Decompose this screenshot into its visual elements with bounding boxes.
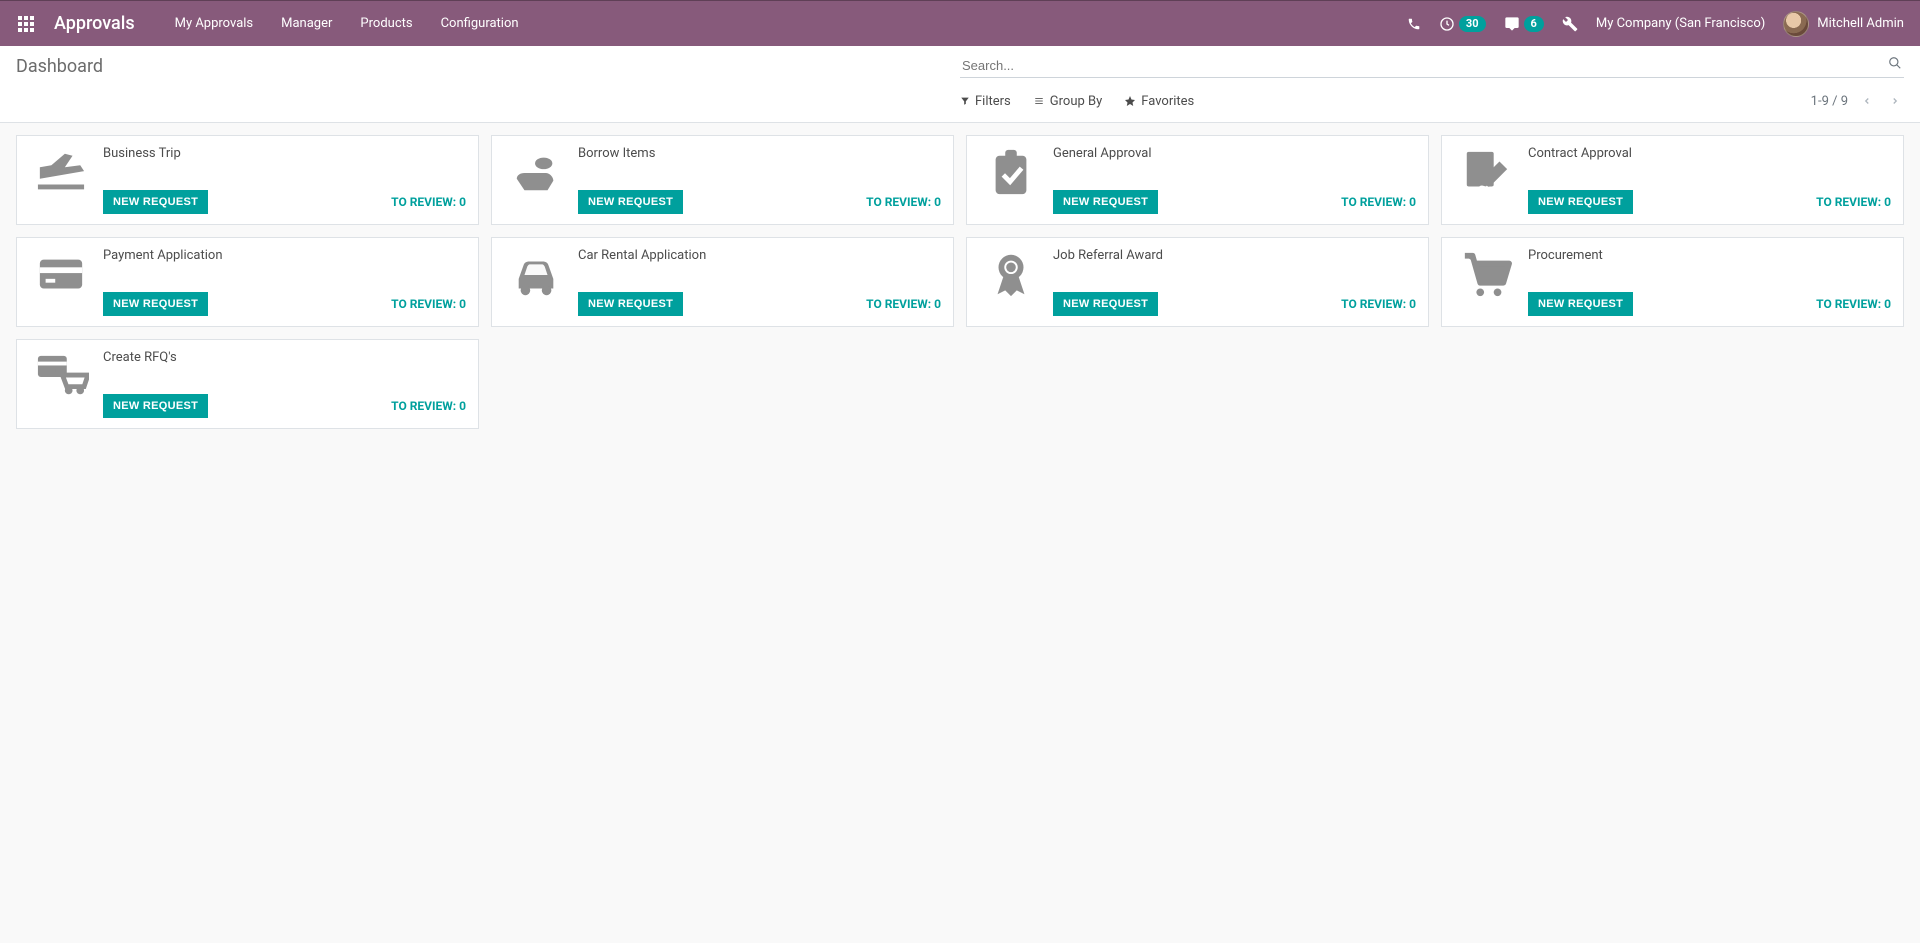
card-title[interactable]: Payment Application — [103, 248, 466, 263]
filter-icon — [960, 96, 970, 106]
pager: 1-9 / 9 — [1811, 90, 1904, 112]
to-review-link[interactable]: TO REVIEW: 0 — [391, 195, 466, 209]
to-review-link[interactable]: TO REVIEW: 0 — [391, 399, 466, 413]
filters-label: Filters — [975, 94, 1011, 109]
plane-icon — [29, 146, 93, 214]
card-title[interactable]: Contract Approval — [1528, 146, 1891, 161]
nav-link-my-approvals[interactable]: My Approvals — [175, 16, 254, 31]
approval-card: Payment Application NEW REQUEST TO REVIE… — [16, 237, 479, 327]
new-request-button[interactable]: NEW REQUEST — [1528, 190, 1633, 214]
navbar: Approvals My Approvals Manager Products … — [0, 0, 1920, 46]
card-title[interactable]: Job Referral Award — [1053, 248, 1416, 263]
chevron-left-icon — [1862, 94, 1872, 108]
breadcrumb: Dashboard — [16, 56, 960, 77]
nav-links: My Approvals Manager Products Configurat… — [175, 16, 519, 31]
card-title[interactable]: General Approval — [1053, 146, 1416, 161]
nav-link-manager[interactable]: Manager — [281, 16, 332, 31]
approval-card: Contract Approval NEW REQUEST TO REVIEW:… — [1441, 135, 1904, 225]
card-title[interactable]: Car Rental Application — [578, 248, 941, 263]
sign-icon — [1454, 146, 1518, 214]
star-icon — [1124, 95, 1136, 107]
search-wrap — [960, 54, 1904, 78]
messages-button[interactable]: 6 — [1504, 16, 1544, 32]
user-menu[interactable]: Mitchell Admin — [1783, 11, 1904, 37]
groupby-label: Group By — [1050, 94, 1103, 109]
apps-icon[interactable] — [16, 14, 36, 34]
to-review-link[interactable]: TO REVIEW: 0 — [1341, 195, 1416, 209]
new-request-button[interactable]: NEW REQUEST — [103, 292, 208, 316]
filters-button[interactable]: Filters — [960, 94, 1011, 109]
avatar-icon — [1783, 11, 1809, 37]
new-request-button[interactable]: NEW REQUEST — [1528, 292, 1633, 316]
to-review-link[interactable]: TO REVIEW: 0 — [391, 297, 466, 311]
card-title[interactable]: Procurement — [1528, 248, 1891, 263]
chevron-right-icon — [1890, 94, 1900, 108]
navbar-right: 30 6 My Company (San Francisco) Mitchell… — [1407, 11, 1904, 37]
approval-card: General Approval NEW REQUEST TO REVIEW: … — [966, 135, 1429, 225]
card-title[interactable]: Create RFQ's — [103, 350, 466, 365]
phone-icon[interactable] — [1407, 17, 1421, 31]
to-review-link[interactable]: TO REVIEW: 0 — [1816, 195, 1891, 209]
favorites-label: Favorites — [1141, 94, 1194, 109]
approval-card: Create RFQ's NEW REQUEST TO REVIEW: 0 — [16, 339, 479, 429]
to-review-link[interactable]: TO REVIEW: 0 — [866, 297, 941, 311]
search-icon[interactable] — [1888, 56, 1902, 70]
pager-next[interactable] — [1886, 90, 1904, 112]
brand-title[interactable]: Approvals — [54, 13, 135, 34]
card-icon — [29, 248, 93, 316]
award-icon — [979, 248, 1043, 316]
new-request-button[interactable]: NEW REQUEST — [1053, 292, 1158, 316]
card-title[interactable]: Business Trip — [103, 146, 466, 161]
car-icon — [504, 248, 568, 316]
new-request-button[interactable]: NEW REQUEST — [578, 190, 683, 214]
company-selector[interactable]: My Company (San Francisco) — [1596, 16, 1765, 31]
search-input[interactable] — [960, 54, 1904, 78]
approval-card: Borrow Items NEW REQUEST TO REVIEW: 0 — [491, 135, 954, 225]
to-review-link[interactable]: TO REVIEW: 0 — [1341, 297, 1416, 311]
rfq-icon — [29, 350, 93, 418]
new-request-button[interactable]: NEW REQUEST — [103, 394, 208, 418]
control-panel: Dashboard Filters Group By Favorites 1-9… — [0, 46, 1920, 123]
cart-icon — [1454, 248, 1518, 316]
list-icon — [1033, 96, 1045, 106]
to-review-link[interactable]: TO REVIEW: 0 — [1816, 297, 1891, 311]
approval-card: Job Referral Award NEW REQUEST TO REVIEW… — [966, 237, 1429, 327]
activities-badge: 30 — [1459, 16, 1486, 32]
card-title[interactable]: Borrow Items — [578, 146, 941, 161]
clipboard-icon — [979, 146, 1043, 214]
debug-icon[interactable] — [1562, 16, 1578, 32]
groupby-button[interactable]: Group By — [1033, 94, 1103, 109]
approval-card: Car Rental Application NEW REQUEST TO RE… — [491, 237, 954, 327]
approval-card: Procurement NEW REQUEST TO REVIEW: 0 — [1441, 237, 1904, 327]
new-request-button[interactable]: NEW REQUEST — [578, 292, 683, 316]
kanban-grid: Business Trip NEW REQUEST TO REVIEW: 0 B… — [0, 123, 1920, 441]
new-request-button[interactable]: NEW REQUEST — [103, 190, 208, 214]
filter-bar: Filters Group By Favorites — [960, 94, 1194, 109]
nav-link-configuration[interactable]: Configuration — [441, 16, 519, 31]
to-review-link[interactable]: TO REVIEW: 0 — [866, 195, 941, 209]
approval-card: Business Trip NEW REQUEST TO REVIEW: 0 — [16, 135, 479, 225]
messages-badge: 6 — [1524, 16, 1544, 32]
activities-button[interactable]: 30 — [1439, 16, 1486, 32]
pager-text[interactable]: 1-9 / 9 — [1811, 94, 1848, 109]
pager-prev[interactable] — [1858, 90, 1876, 112]
nav-link-products[interactable]: Products — [360, 16, 412, 31]
new-request-button[interactable]: NEW REQUEST — [1053, 190, 1158, 214]
user-name: Mitchell Admin — [1817, 16, 1904, 31]
hand-icon — [504, 146, 568, 214]
favorites-button[interactable]: Favorites — [1124, 94, 1194, 109]
